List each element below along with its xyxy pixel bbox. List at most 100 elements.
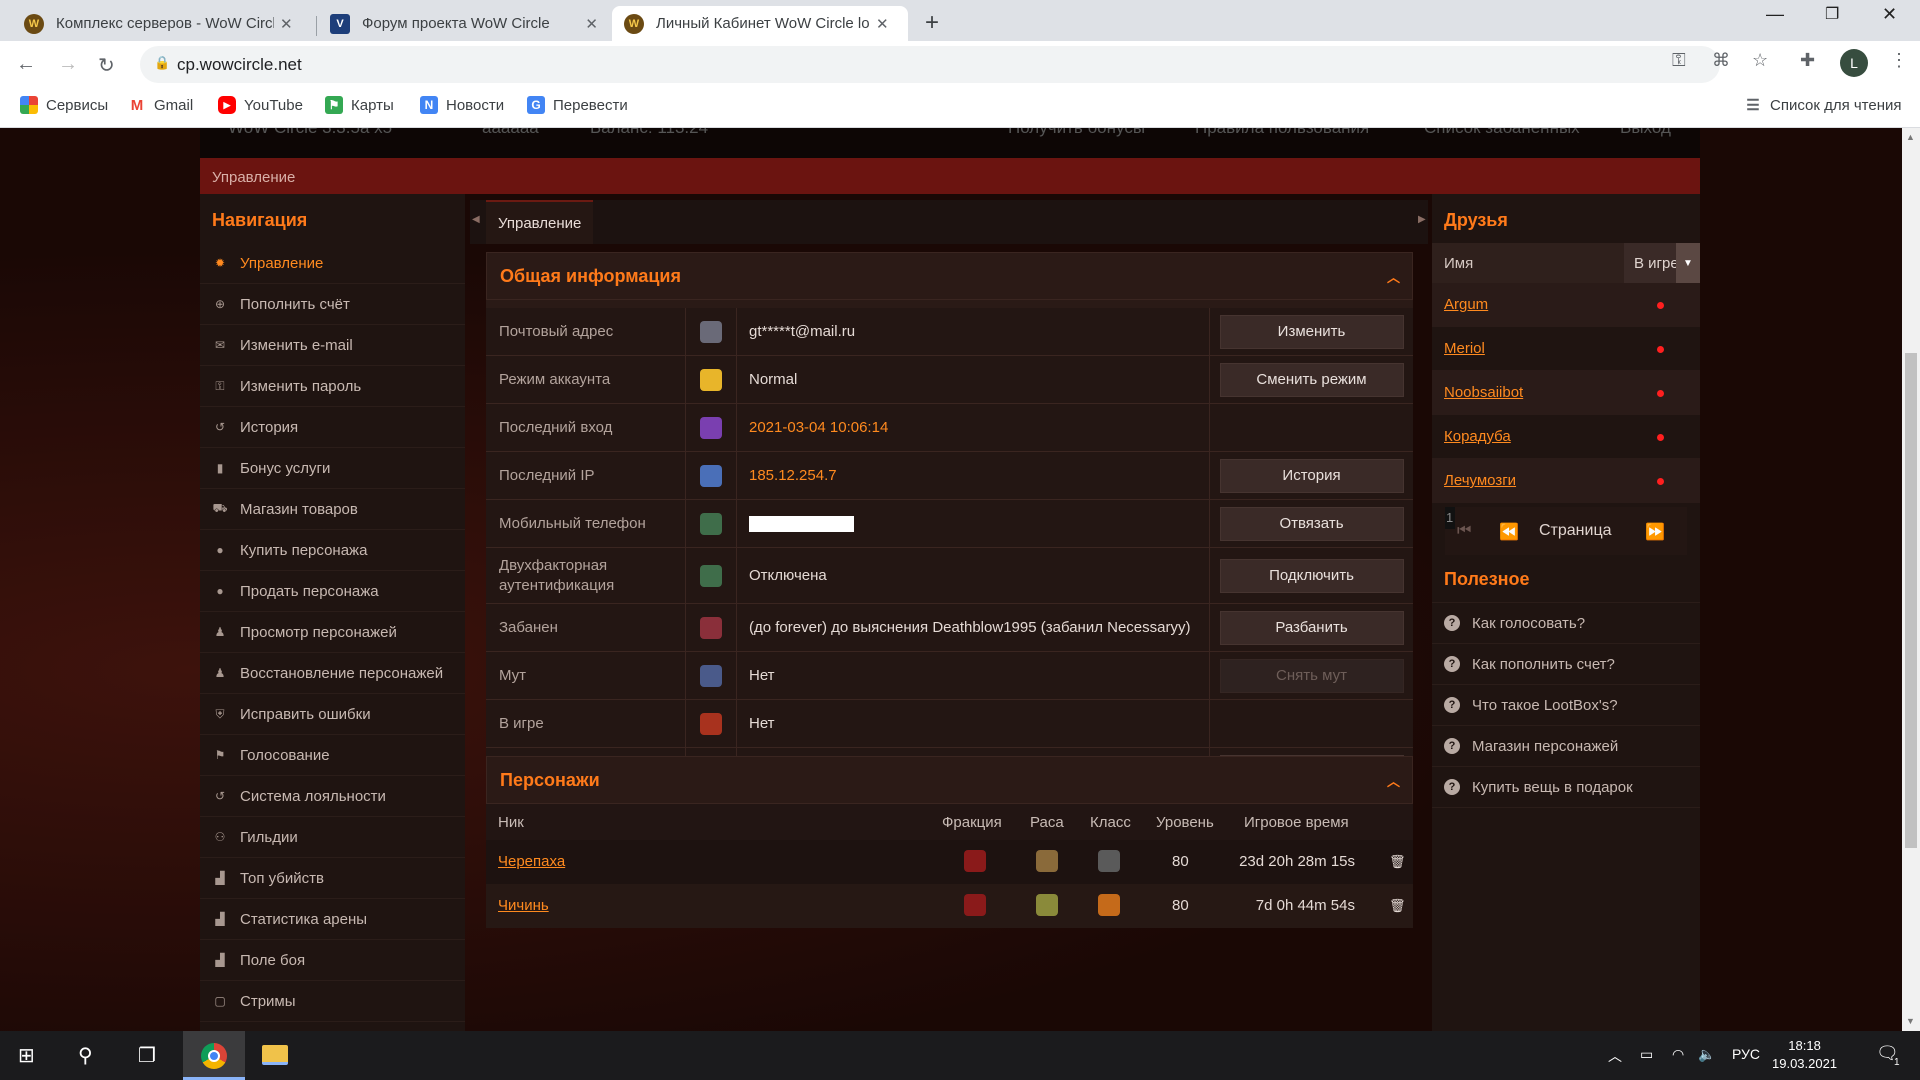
- first-page-icon[interactable]: ⏮: [1457, 522, 1471, 540]
- restore-icon[interactable]: ❐: [1825, 4, 1839, 24]
- bookmark-services[interactable]: Сервисы: [20, 96, 108, 114]
- sidebar-item-shop[interactable]: ⛟ Магазин товаров: [200, 489, 465, 530]
- scroll-up-icon[interactable]: ▲: [1906, 132, 1915, 142]
- last-page-icon[interactable]: ⏩: [1645, 522, 1665, 542]
- sidebar-item-password[interactable]: ⚿ Изменить пароль: [200, 366, 465, 407]
- close-tab-icon[interactable]: ✕: [280, 15, 293, 33]
- friend-link[interactable]: Argum: [1444, 296, 1488, 313]
- sidebar-item-sell-character[interactable]: ● Продать персонажа: [200, 571, 465, 612]
- characters-header[interactable]: Персонажи ︿: [486, 756, 1413, 804]
- useful-link[interactable]: ? Магазин персонажей: [1432, 726, 1700, 767]
- extensions-icon[interactable]: ✚: [1800, 50, 1815, 71]
- useful-link[interactable]: ? Как пополнить счет?: [1432, 644, 1700, 685]
- sidebar-item-bonus[interactable]: ▮ Бонус услуги: [200, 448, 465, 489]
- sidebar-item-manage[interactable]: ✹ Управление: [200, 243, 465, 284]
- browser-tab-1[interactable]: W Комплекс серверов - WoW Circle ✕: [12, 6, 312, 41]
- prev-page-icon[interactable]: ⏪: [1499, 522, 1519, 542]
- chevron-down-icon[interactable]: ▼: [1676, 243, 1700, 283]
- info-action-button[interactable]: Снять мут: [1219, 658, 1404, 693]
- sidebar-item-history[interactable]: ↺ История: [200, 407, 465, 448]
- sidebar-item-view-characters[interactable]: ♟ Просмотр персонажей: [200, 612, 465, 653]
- info-action-button[interactable]: Разбанить: [1219, 610, 1404, 645]
- search-icon[interactable]: ⚲: [78, 1043, 93, 1068]
- close-window-icon[interactable]: ✕: [1882, 4, 1897, 25]
- sidebar-item-battleground[interactable]: ▟ Поле боя: [200, 940, 465, 981]
- profile-avatar[interactable]: L: [1840, 49, 1868, 77]
- translate-icon[interactable]: ⌘: [1712, 50, 1730, 71]
- friend-link[interactable]: Meriol: [1444, 340, 1485, 357]
- friend-link[interactable]: Лечумозги: [1444, 472, 1516, 489]
- reading-list[interactable]: ☰ Список для чтения: [1744, 96, 1901, 115]
- browser-tab-2[interactable]: V Форум проекта WoW Circle ✕: [318, 6, 610, 41]
- task-view-icon[interactable]: ❐: [138, 1043, 156, 1068]
- scrollbar-thumb[interactable]: [1905, 353, 1917, 848]
- menu-icon[interactable]: ⋮: [1890, 50, 1908, 71]
- banned-list-link[interactable]: Список забаненных: [1424, 128, 1580, 138]
- general-info-header[interactable]: Общая информация ︿: [486, 252, 1413, 300]
- tab-scroll-left-icon[interactable]: ◀: [472, 214, 480, 225]
- file-explorer-icon[interactable]: [262, 1045, 288, 1065]
- scroll-down-icon[interactable]: ▼: [1906, 1016, 1915, 1026]
- star-icon[interactable]: ☆: [1752, 50, 1768, 71]
- battery-icon[interactable]: ▭: [1640, 1046, 1653, 1063]
- rules-link[interactable]: Правила пользования: [1195, 128, 1369, 138]
- friends-filter-select[interactable]: В игре: [1624, 243, 1684, 283]
- volume-icon[interactable]: 🔈: [1698, 1046, 1715, 1063]
- chrome-taskbar-button[interactable]: [183, 1031, 245, 1080]
- sidebar-item-restore-characters[interactable]: ♟ Восстановление персонажей: [200, 653, 465, 694]
- sidebar-item-loyalty[interactable]: ↺ Система лояльности: [200, 776, 465, 817]
- bookmark-translate[interactable]: G Перевести: [527, 96, 628, 114]
- tab-manage[interactable]: Управление: [486, 200, 594, 244]
- bonus-link[interactable]: Получить бонусы: [1008, 128, 1145, 138]
- sidebar-item-arena-stats[interactable]: ▟ Статистика арены: [200, 899, 465, 940]
- info-action-button[interactable]: Отвязать: [1219, 506, 1404, 541]
- browser-tab-3-active[interactable]: W Личный Кабинет WoW Circle logi ✕: [612, 6, 908, 41]
- back-icon[interactable]: ←: [16, 53, 36, 76]
- page-scrollbar[interactable]: ▲ ▼: [1902, 128, 1920, 1031]
- server-select[interactable]: WoW Circle 3.3.5a x5: [228, 128, 392, 138]
- bookmark-news[interactable]: N Новости: [420, 96, 504, 114]
- windows-start-icon[interactable]: ⊞: [18, 1043, 35, 1068]
- delete-icon[interactable]: 🗑: [1389, 854, 1406, 870]
- sidebar-item-fix-errors[interactable]: ⛨ Исправить ошибки: [200, 694, 465, 735]
- sidebar-item-voting[interactable]: ⚑ Голосование: [200, 735, 465, 776]
- sidebar-item-guilds[interactable]: ⚇ Гильдии: [200, 817, 465, 858]
- reload-icon[interactable]: ↻: [98, 53, 115, 78]
- character-link[interactable]: Черепаха: [498, 853, 565, 870]
- forward-icon[interactable]: →: [58, 53, 78, 76]
- info-action-button[interactable]: Изменить: [1219, 314, 1404, 349]
- info-action-button[interactable]: Подключить: [1219, 558, 1404, 593]
- tab-scroll-right-icon[interactable]: ▶: [1418, 214, 1426, 225]
- system-clock[interactable]: 18:18 19.03.2021: [1772, 1037, 1837, 1073]
- sidebar-item-topup[interactable]: ⊕ Пополнить счёт: [200, 284, 465, 325]
- sidebar-item-buy-character[interactable]: ● Купить персонажа: [200, 530, 465, 571]
- useful-link[interactable]: ? Что такое LootBox's?: [1432, 685, 1700, 726]
- new-tab-icon[interactable]: +: [925, 9, 939, 37]
- useful-link[interactable]: ? Купить вещь в подарок: [1432, 767, 1700, 808]
- info-action-button[interactable]: Сменить режим: [1219, 362, 1404, 397]
- bookmark-youtube[interactable]: ▶ YouTube: [218, 96, 303, 114]
- tray-chevron-icon[interactable]: ︿: [1608, 1046, 1622, 1066]
- minimize-icon[interactable]: —: [1766, 4, 1784, 25]
- close-tab-icon[interactable]: ✕: [585, 15, 598, 33]
- character-link[interactable]: Чичинь: [498, 897, 549, 914]
- page-input[interactable]: 1: [1445, 507, 1455, 529]
- delete-icon[interactable]: 🗑: [1389, 898, 1406, 914]
- info-action-button[interactable]: История: [1219, 458, 1404, 493]
- sidebar-item-email[interactable]: ✉ Изменить e-mail: [200, 325, 465, 366]
- address-bar[interactable]: 🔒 cp.wowcircle.net: [140, 46, 1720, 83]
- language-indicator[interactable]: РУС: [1732, 1046, 1760, 1062]
- bookmark-gmail[interactable]: M Gmail: [128, 96, 193, 114]
- key-icon[interactable]: ⚿: [1672, 50, 1686, 71]
- friend-link[interactable]: Noobsaiibot: [1444, 384, 1523, 401]
- sidebar-item-streams[interactable]: ▢ Стримы: [200, 981, 465, 1022]
- friend-link[interactable]: Корадуба: [1444, 428, 1511, 445]
- useful-link[interactable]: ? Как голосовать?: [1432, 603, 1700, 644]
- sidebar-item-top-kills[interactable]: ▟ Топ убийств: [200, 858, 465, 899]
- collapse-icon[interactable]: ︿: [1387, 771, 1400, 790]
- collapse-icon[interactable]: ︿: [1387, 267, 1400, 286]
- close-tab-icon[interactable]: ✕: [876, 15, 889, 33]
- wifi-icon[interactable]: ◠: [1672, 1046, 1684, 1063]
- logout-link[interactable]: Выход: [1620, 128, 1671, 138]
- bookmark-maps[interactable]: ⚑ Карты: [325, 96, 394, 114]
